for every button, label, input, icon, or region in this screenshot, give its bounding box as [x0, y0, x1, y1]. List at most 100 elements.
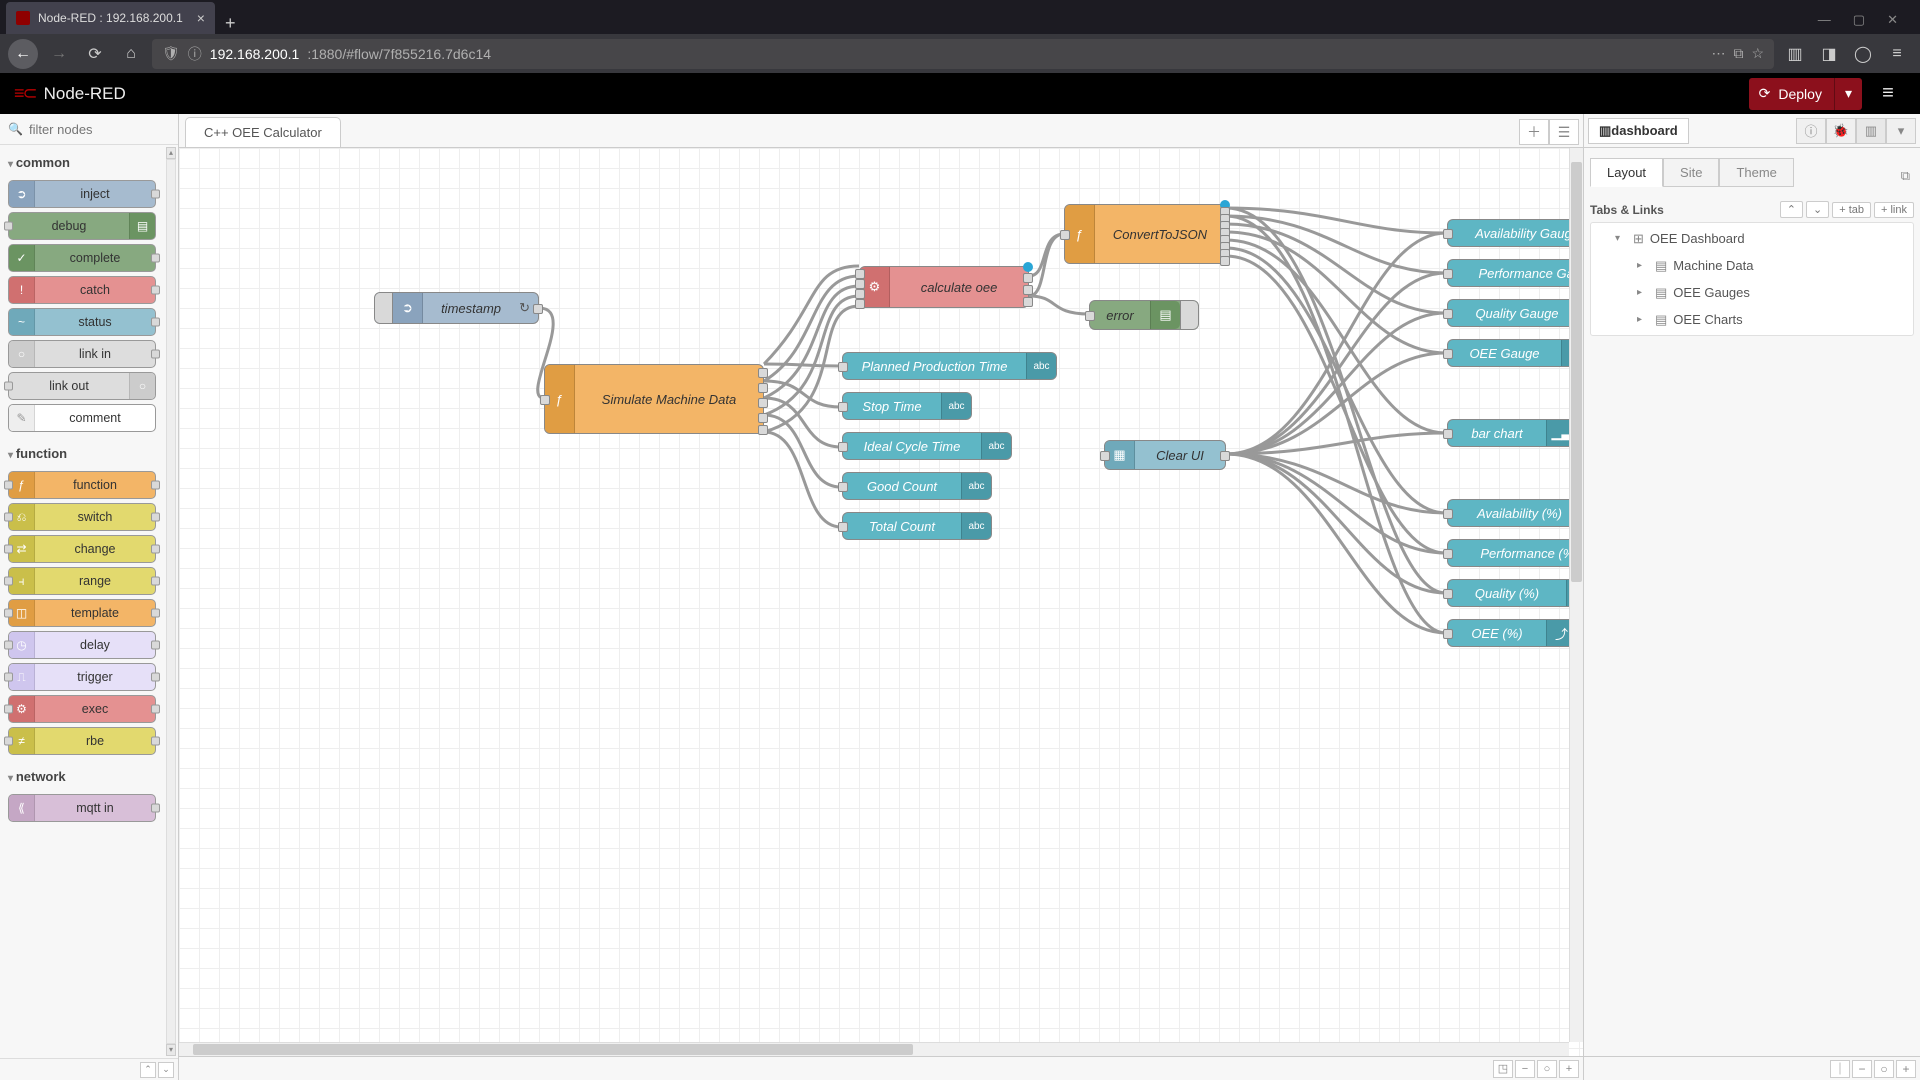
palette-node-catch[interactable]: !catch — [8, 276, 156, 304]
node-chart-perf[interactable]: Performance (%)⤴ — [1447, 539, 1583, 567]
window-close-icon[interactable]: ✕ — [1887, 12, 1898, 28]
main-menu-button[interactable]: ≡ — [1870, 82, 1906, 105]
tree-tab-oee[interactable]: ▾⊞OEE Dashboard — [1591, 225, 1913, 252]
canvas-nav-button[interactable]: ◳ — [1493, 1060, 1513, 1078]
node-gauge-oee[interactable]: OEE Gauge◠ — [1447, 339, 1583, 367]
browser-tab[interactable]: Node-RED : 192.168.200.1 × — [6, 2, 215, 34]
node-text-total[interactable]: Total Countabc — [842, 512, 992, 540]
tree-group-gauges[interactable]: ▸▤OEE Gauges — [1591, 279, 1913, 306]
sidebar-tab-info[interactable]: ⓘ — [1796, 118, 1826, 144]
node-clear[interactable]: ▦ Clear UI — [1104, 440, 1226, 470]
palette-node-link-out[interactable]: link out○ — [8, 372, 156, 400]
palette-node-template[interactable]: ◫template — [8, 599, 156, 627]
dash-subtab-layout[interactable]: Layout — [1590, 158, 1663, 187]
palette-node-debug[interactable]: debug▤ — [8, 212, 156, 240]
palette-node-status[interactable]: ~status — [8, 308, 156, 336]
add-link-button[interactable]: + link — [1874, 202, 1914, 218]
node-simulate[interactable]: ƒ Simulate Machine Data — [544, 364, 764, 434]
nav-fwd-button[interactable]: → — [44, 39, 74, 69]
add-tab-button[interactable]: + tab — [1832, 202, 1871, 218]
palette-cat-common[interactable]: common — [0, 145, 164, 176]
node-error[interactable]: error ▤ — [1089, 300, 1199, 330]
palette-node-range[interactable]: ⫞range — [8, 567, 156, 595]
palette-node-inject[interactable]: ➲inject — [8, 180, 156, 208]
tree-group-charts[interactable]: ▸▤OEE Charts — [1591, 306, 1913, 333]
new-tab-button[interactable]: + — [215, 13, 246, 34]
nav-back-button[interactable]: ← — [8, 39, 38, 69]
palette-scrollbar[interactable]: ▴▾ — [166, 147, 176, 1056]
collapse-all-button[interactable]: ⌄ — [1806, 201, 1829, 218]
palette-node-function[interactable]: ƒfunction — [8, 471, 156, 499]
node-timestamp[interactable]: ➲ timestamp ↻ — [374, 292, 539, 324]
sidebar-reset-button[interactable]: ○ — [1874, 1060, 1894, 1078]
sidebar-grow-button[interactable]: + — [1896, 1060, 1916, 1078]
dash-subtab-site[interactable]: Site — [1663, 158, 1719, 187]
account-icon[interactable]: ◯ — [1848, 39, 1878, 69]
palette-node-switch[interactable]: ⎌switch — [8, 503, 156, 531]
palette-node-change[interactable]: ⇄change — [8, 535, 156, 563]
window-max-icon[interactable]: ▢ — [1853, 12, 1865, 28]
palette-collapse-button[interactable]: ⌃ — [140, 1062, 156, 1078]
palette-node-mqtt-in[interactable]: ⟪mqtt in — [8, 794, 156, 822]
node-chart-bar[interactable]: bar chart▁▃ — [1447, 419, 1577, 447]
sidebar-tab-menu[interactable]: ▾ — [1886, 118, 1916, 144]
palette-node-link-in[interactable]: ○link in — [8, 340, 156, 368]
deploy-button[interactable]: ⟳Deploy ▾ — [1749, 78, 1862, 110]
palette-node-rbe[interactable]: ≠rbe — [8, 727, 156, 755]
meatball-icon[interactable]: ⋯ — [1711, 45, 1725, 62]
sidebar-tab-dash[interactable]: ▥ — [1856, 118, 1886, 144]
canvas-vscrollbar[interactable] — [1569, 148, 1583, 1042]
zoom-reset-button[interactable]: ○ — [1537, 1060, 1557, 1078]
palette-cat-function[interactable]: function — [0, 436, 164, 467]
node-gauge-avail[interactable]: Availability Gauge◠ — [1447, 219, 1583, 247]
node-chart-qual[interactable]: Quality (%)⤴ — [1447, 579, 1583, 607]
zoom-in-button[interactable]: + — [1559, 1060, 1579, 1078]
node-text-good[interactable]: Good Countabc — [842, 472, 992, 500]
expand-all-button[interactable]: ⌃ — [1780, 201, 1803, 218]
sidebar-collapse-button[interactable]: ｜ — [1830, 1060, 1850, 1078]
palette-node-trigger[interactable]: ⎍trigger — [8, 663, 156, 691]
url-bar[interactable]: 🛡 ⓘ 192.168.200.1:1880/#flow/7f855216.7d… — [152, 39, 1774, 69]
sidebar-shrink-button[interactable]: − — [1852, 1060, 1872, 1078]
node-convert[interactable]: ƒ ConvertToJSON — [1064, 204, 1226, 264]
node-gauge-qual[interactable]: Quality Gauge◠ — [1447, 299, 1583, 327]
sidebar-tab-dashboard[interactable]: ▥ dashboard — [1588, 118, 1689, 144]
library-icon[interactable]: ▥ — [1780, 39, 1810, 69]
palette-expand-button[interactable]: ⌄ — [158, 1062, 174, 1078]
palette-node-delay[interactable]: ◷delay — [8, 631, 156, 659]
tree-group-machine[interactable]: ▸▤Machine Data — [1591, 252, 1913, 279]
bookmark-icon[interactable]: ☆ — [1751, 45, 1764, 62]
pocket-icon[interactable]: ⧉ — [1733, 45, 1743, 62]
deploy-dropdown[interactable]: ▾ — [1834, 78, 1862, 110]
palette-node-comment[interactable]: ✎comment — [8, 404, 156, 432]
close-tab-icon[interactable]: × — [197, 10, 205, 26]
add-flow-button[interactable]: ＋ — [1519, 119, 1549, 145]
url-path: :1880/#flow/7f855216.7d6c14 — [307, 46, 491, 62]
node-text-ict[interactable]: Ideal Cycle Timeabc — [842, 432, 1012, 460]
palette-filter-input[interactable] — [29, 122, 170, 137]
canvas-hscrollbar[interactable] — [179, 1042, 1569, 1056]
open-dashboard-icon[interactable]: ⧉ — [1897, 164, 1914, 188]
window-min-icon[interactable]: — — [1818, 12, 1831, 28]
home-button[interactable]: ⌂ — [116, 39, 146, 69]
zoom-out-button[interactable]: − — [1515, 1060, 1535, 1078]
flow-canvas[interactable]: ➲ timestamp ↻ ƒ Simulate Machine Data ⚙ — [179, 148, 1583, 1056]
list-flows-button[interactable]: ☰ — [1549, 119, 1579, 145]
flow-tab[interactable]: C++ OEE Calculator — [185, 117, 341, 147]
palette-node-exec[interactable]: ⚙exec — [8, 695, 156, 723]
palette-cat-network[interactable]: network — [0, 759, 164, 790]
dash-subtab-theme[interactable]: Theme — [1719, 158, 1793, 187]
node-text-stop[interactable]: Stop Timeabc — [842, 392, 972, 420]
node-gauge-perf[interactable]: Performance Gauge◠ — [1447, 259, 1583, 287]
sidebar-tab-debug[interactable]: 🐞 — [1826, 118, 1856, 144]
reload-button[interactable]: ⟳ — [80, 39, 110, 69]
node-calc[interactable]: ⚙ calculate oee — [859, 266, 1029, 308]
node-chart-oee[interactable]: OEE (%)⤴ — [1447, 619, 1577, 647]
sidebar-icon[interactable]: ◨ — [1814, 39, 1844, 69]
palette-node-complete[interactable]: ✓complete — [8, 244, 156, 272]
inject-button[interactable] — [375, 293, 393, 323]
debug-toggle[interactable] — [1180, 301, 1198, 329]
app-menu-icon[interactable]: ≡ — [1882, 39, 1912, 69]
node-chart-avail[interactable]: Availability (%)⤴ — [1447, 499, 1583, 527]
node-text-ppt[interactable]: Planned Production Timeabc — [842, 352, 1057, 380]
